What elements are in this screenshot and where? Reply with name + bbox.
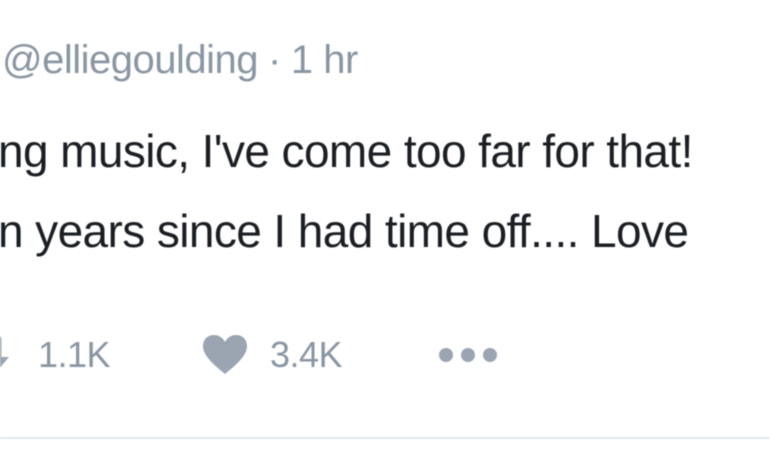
retweet-button[interactable]: 1.1K — [0, 330, 111, 380]
tweet-timestamp[interactable]: 1 hr — [291, 38, 358, 82]
tweet-text-line-2: n years since I had time off.... Love — [0, 205, 689, 257]
like-count: 3.4K — [270, 334, 343, 375]
retweet-count: 1.1K — [38, 334, 111, 375]
tweet-text-line-1: ng music, I've come too far for that! — [0, 125, 693, 177]
like-button[interactable]: 3.4K — [202, 330, 343, 380]
tweet-card: @elliegoulding · 1 hr ng music, I've come … — [0, 0, 770, 470]
meta-separator: · — [268, 38, 281, 82]
user-handle[interactable]: @elliegoulding — [2, 38, 259, 82]
tweet-divider — [0, 437, 770, 439]
retweet-icon — [0, 335, 16, 375]
tweet-meta: @elliegoulding · 1 hr — [2, 38, 358, 83]
tweet-actions: 1.1K 3.4K — [0, 330, 770, 380]
heart-icon — [202, 334, 248, 376]
more-options-button[interactable] — [438, 330, 498, 380]
more-icon — [438, 345, 498, 365]
